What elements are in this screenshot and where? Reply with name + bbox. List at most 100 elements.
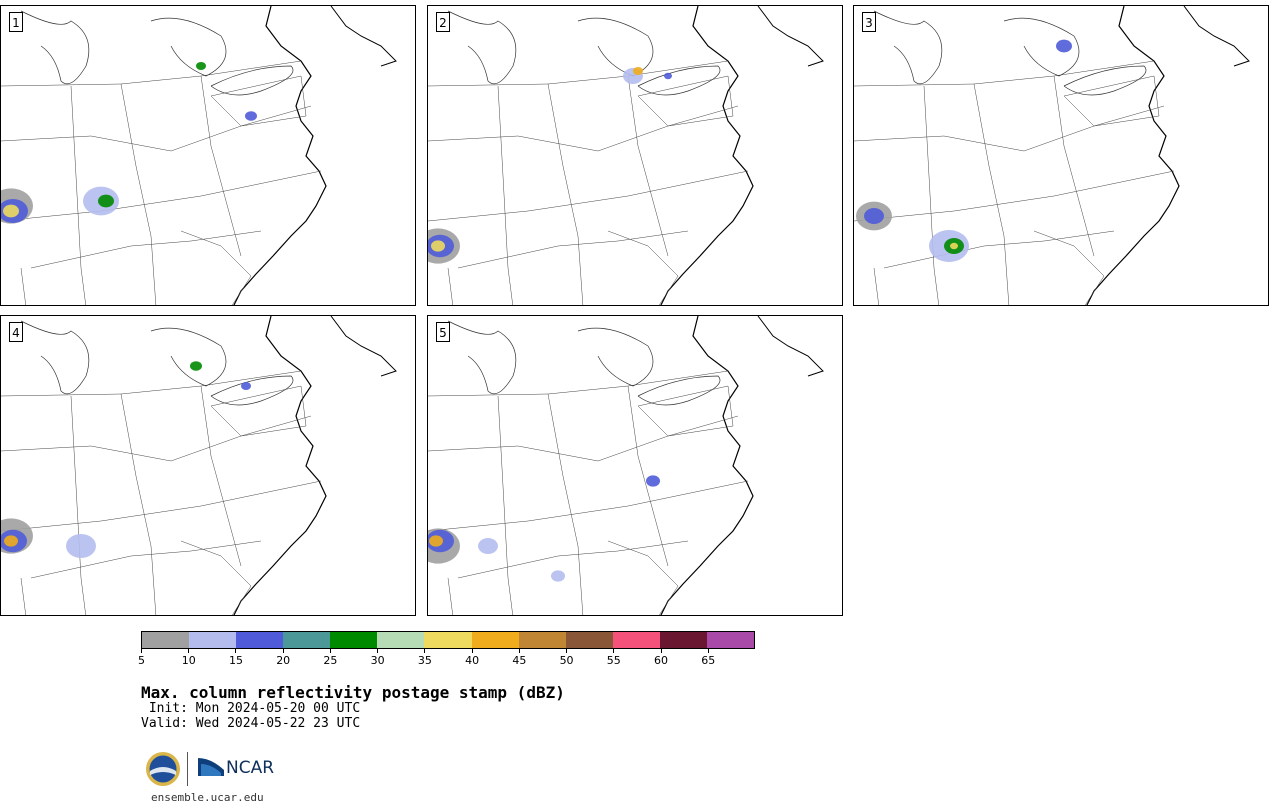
colorbar-tick (518, 649, 520, 653)
map-boundary-line (660, 316, 754, 615)
map-boundary-line (447, 10, 517, 85)
map-boundary-line (200, 75, 242, 257)
site-url: ensemble.ucar.edu (151, 791, 264, 804)
map-boundary-line (233, 316, 327, 615)
colorbar-tick (377, 649, 379, 653)
colorbar-segment (659, 632, 707, 648)
plot-title: Max. column reflectivity postage stamp (… (141, 683, 565, 702)
map-boundary-line (428, 105, 739, 152)
colorbar-tick-label: 35 (417, 654, 432, 667)
map-boundary-line (1, 415, 312, 462)
map-boundary-line (20, 577, 26, 615)
colorbar-tick-label: 30 (370, 654, 385, 667)
colorbar-tick-label: 10 (181, 654, 196, 667)
map-boundary-line (428, 60, 729, 87)
colorbar-segment (142, 632, 190, 648)
map-boundary-line (210, 75, 307, 127)
reflectivity-cell (633, 67, 643, 75)
map-boundary-line (20, 10, 90, 85)
reflectivity-cell (241, 382, 251, 390)
colorbar-tick (471, 649, 473, 653)
map-boundary-line (757, 6, 824, 67)
colorbar-tick (235, 649, 237, 653)
reflectivity-cell (950, 242, 958, 250)
map-boundary-line (547, 393, 584, 615)
reflectivity-cell (551, 570, 565, 582)
map-boundary-line (577, 327, 654, 387)
map-boundary-line (150, 327, 227, 387)
map-background (428, 6, 824, 305)
colorbar-tick-labels: 5 10 15 20 25 30 35 40 45 50 55 60 65 (138, 649, 755, 669)
map-boundary-line (973, 83, 1010, 305)
colorbar-tick (707, 649, 709, 653)
colorbar-segment (706, 632, 755, 648)
map-boundary-line (180, 540, 252, 615)
reflectivity-cell (429, 535, 443, 547)
map-boundary-line (233, 6, 327, 305)
reflectivity-colorbar (141, 631, 755, 649)
map-boundary-line (200, 385, 242, 567)
map-boundary-line (1, 105, 312, 152)
reflectivity-cell (190, 361, 202, 371)
panel-number: 2 (436, 12, 450, 32)
map-boundary-line (497, 395, 513, 615)
colorbar-tick-label: 45 (512, 654, 527, 667)
map-background (1, 6, 397, 305)
panel-number: 3 (862, 12, 876, 32)
colorbar-tick (424, 649, 426, 653)
map-boundary-line (447, 267, 453, 305)
map-boundary-line (577, 17, 654, 77)
colorbar-tick-label: 55 (606, 654, 621, 667)
map-boundary-line (757, 316, 824, 377)
map-boundary-line (1063, 75, 1160, 127)
map-boundary-line (330, 6, 397, 67)
postage-stamp-panel-2: 2 (427, 5, 843, 306)
reflectivity-cell (1056, 39, 1072, 53)
reflectivity-cell (98, 194, 114, 208)
map-boundary-line (1, 60, 302, 87)
map-background (428, 316, 824, 615)
colorbar-segment (518, 632, 566, 648)
map-boundary-line (30, 540, 262, 579)
colorbar-tick (188, 649, 190, 653)
map-boundary-line (1086, 6, 1180, 305)
map-boundary-line (854, 60, 1155, 87)
map-boundary-line (923, 85, 939, 305)
colorbar-segment (471, 632, 519, 648)
map-boundary-line (70, 85, 86, 305)
panel-number: 1 (9, 12, 23, 32)
panel-number: 5 (436, 322, 450, 342)
map-boundary-line (30, 230, 262, 269)
map-boundary-line (428, 170, 749, 222)
colorbar-segment (189, 632, 237, 648)
map-boundary-line (637, 75, 734, 127)
reflectivity-cell (664, 72, 672, 80)
map-boundary-line (20, 267, 26, 305)
map-boundary-line (120, 393, 157, 615)
reflectivity-cell (4, 535, 18, 547)
colorbar-tick (660, 649, 662, 653)
postage-stamp-panel-1: 1 (0, 5, 416, 306)
colorbar-segment (330, 632, 378, 648)
map-boundary-line (150, 17, 227, 77)
map-boundary-line (1, 480, 322, 532)
map-boundary-line (497, 85, 513, 305)
map-background (854, 6, 1250, 305)
map-boundary-line (873, 267, 879, 305)
colorbar-tick-label: 20 (276, 654, 291, 667)
map-boundary-line (180, 230, 252, 305)
postage-stamp-panel-4: 4 (0, 315, 416, 616)
map-boundary-line (607, 540, 679, 615)
colorbar-tick-label: 25 (323, 654, 338, 667)
map-boundary-line (1053, 75, 1095, 257)
map-background (1, 316, 397, 615)
colorbar-tick (566, 649, 568, 653)
colorbar-tick-label: 50 (559, 654, 574, 667)
map-boundary-line (1033, 230, 1105, 305)
init-time: Init: Mon 2024-05-20 00 UTC (141, 701, 361, 716)
nsf-logo-icon (146, 752, 180, 786)
ncar-wordmark: NCAR (226, 758, 275, 778)
map-boundary-line (627, 75, 669, 257)
map-boundary-line (210, 385, 307, 437)
map-boundary-line (447, 320, 517, 395)
